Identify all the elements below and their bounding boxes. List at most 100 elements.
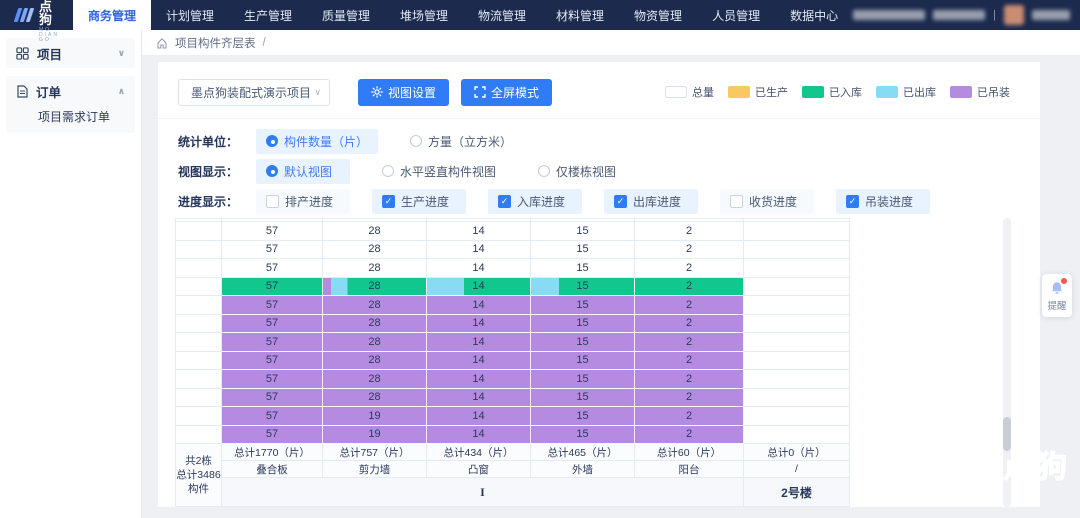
total-cell: 总计757（片） — [323, 444, 427, 461]
total-cell: 总计0（片） — [744, 444, 850, 461]
value-cell: 14 — [427, 315, 531, 334]
table-row: 572814152 — [175, 315, 1013, 334]
radio-option[interactable]: 默认视图 — [256, 159, 350, 184]
value-cell: 15 — [531, 370, 635, 389]
project-select[interactable]: 墨点狗装配式演示项目 ∨ — [178, 79, 330, 106]
value-cell: 2 — [635, 352, 744, 371]
unit-options: 构件数量（片） 方量（立方米） — [256, 129, 544, 154]
legend-label: 已吊装 — [977, 84, 1010, 100]
row-header-cell — [175, 296, 222, 315]
summary-row: 叠合板剪力墙凸窗外墙阳台/ — [222, 461, 850, 478]
value-cell — [744, 352, 850, 371]
nav-menu-item[interactable]: 商务管理 — [73, 0, 151, 30]
checkbox-option[interactable]: ✓ 入库进度 — [488, 189, 582, 214]
nav-menu-item[interactable]: 物资管理 — [619, 0, 697, 30]
radio-option[interactable]: 仅楼栋视图 — [528, 159, 626, 184]
option-label: 水平竖直构件视图 — [400, 163, 496, 180]
value-cell: 14 — [427, 259, 531, 278]
checkbox-checked-icon[interactable]: ✓ — [614, 195, 627, 208]
filter-label: 进度显示： — [178, 193, 256, 210]
table-row: 572814152 — [175, 333, 1013, 352]
nav-menu-item[interactable]: 计划管理 — [151, 0, 229, 30]
table-row: 571914152 — [175, 426, 1013, 445]
value-cell: 2 — [635, 426, 744, 445]
sidebar-item-project[interactable]: 项目 ∨ — [6, 38, 135, 68]
checkbox-option[interactable]: 排产进度 — [256, 189, 350, 214]
checkbox-option[interactable]: 收货进度 — [720, 189, 814, 214]
value-cell: 57 — [222, 278, 323, 297]
app-logo: 墨点狗 MO DIAN GO — [0, 0, 73, 30]
radio-option[interactable]: 水平竖直构件视图 — [372, 159, 506, 184]
component-type-cell: 外墙 — [531, 461, 635, 478]
nav-menu-item[interactable]: 数据中心 — [775, 0, 853, 30]
legend-swatch — [802, 86, 824, 98]
view-settings-button[interactable]: 视图设置 — [358, 79, 449, 106]
component-type-cell: 叠合板 — [222, 461, 323, 478]
breadcrumb-page[interactable]: 项目构件齐层表 — [175, 35, 256, 51]
table-row: 572814152 — [175, 370, 1013, 389]
checkbox-option[interactable]: ✓出库进度 — [604, 189, 698, 214]
radio-icon[interactable] — [410, 135, 422, 147]
value-cell: 28 — [323, 389, 427, 408]
building-name-cell: I — [222, 478, 744, 507]
reminder-widget[interactable]: 提醒 — [1042, 274, 1072, 317]
checkbox-checked-icon[interactable]: ✓ — [846, 195, 859, 208]
table-row: 572814152 — [175, 389, 1013, 408]
checkbox-option[interactable]: ✓吊装进度 — [836, 189, 930, 214]
radio-selected-icon[interactable] — [266, 165, 278, 177]
value-cell: 2 — [635, 370, 744, 389]
blurred-company-name-2 — [933, 10, 985, 20]
value-cell: 14 — [427, 222, 531, 241]
value-cell: 57 — [222, 315, 323, 334]
value-cell: 15 — [531, 407, 635, 426]
nav-menu-item[interactable]: 质量管理 — [307, 0, 385, 30]
nav-menu-item[interactable]: 人员管理 — [697, 0, 775, 30]
legend-item: 总量 — [665, 84, 714, 100]
row-header-cell — [175, 352, 222, 371]
radio-selected-icon[interactable] — [266, 135, 278, 147]
nav-menu-item[interactable]: 物流管理 — [463, 0, 541, 30]
value-cell: 57 — [222, 407, 323, 426]
sidebar-subitem-project-demand-order[interactable]: 项目需求订单 — [6, 106, 135, 133]
value-cell: 2 — [635, 259, 744, 278]
value-cell: 15 — [531, 278, 635, 297]
table-row: 572814152 — [175, 259, 1013, 278]
nav-menu-item[interactable]: 材料管理 — [541, 0, 619, 30]
avatar[interactable] — [1004, 5, 1024, 25]
value-cell: 14 — [427, 407, 531, 426]
checkbox-icon[interactable] — [730, 195, 743, 208]
option-label: 生产进度 — [401, 193, 449, 210]
radio-option[interactable]: 构件数量（片） — [256, 129, 378, 154]
radio-icon[interactable] — [382, 165, 394, 177]
chevron-up-icon: ∧ — [118, 86, 125, 97]
option-label: 入库进度 — [517, 193, 565, 210]
radio-option[interactable]: 方量（立方米） — [400, 129, 522, 154]
checkbox-checked-icon[interactable]: ✓ — [498, 195, 511, 208]
nav-menu-item[interactable]: 堆场管理 — [385, 0, 463, 30]
content-card: 墨点狗装配式演示项目 ∨ 视图设置 全屏模式 总量已生产已入库已出库已吊装 统计… — [158, 62, 1040, 507]
value-cell: 28 — [323, 278, 427, 297]
value-cell: 14 — [427, 370, 531, 389]
view-settings-label: 视图设置 — [388, 84, 436, 101]
value-cell: 15 — [531, 315, 635, 334]
nav-menu-item[interactable]: 生产管理 — [229, 0, 307, 30]
option-label: 方量（立方米） — [428, 133, 512, 150]
legend-label: 已出库 — [903, 84, 936, 100]
progress-options: 排产进度 ✓ 生产进度 ✓ 入库进度 ✓出库进度收货进度 ✓吊装进度 — [256, 189, 952, 214]
checkbox-checked-icon[interactable]: ✓ — [382, 195, 395, 208]
value-cell: 57 — [222, 259, 323, 278]
fullscreen-button[interactable]: 全屏模式 — [461, 79, 552, 106]
sidebar-item-order[interactable]: 订单 ∧ — [6, 76, 135, 106]
value-cell: 15 — [531, 333, 635, 352]
checkbox-option[interactable]: ✓ 生产进度 — [372, 189, 466, 214]
value-cell: 2 — [635, 389, 744, 408]
row-header-cell — [175, 278, 222, 297]
radio-icon[interactable] — [538, 165, 550, 177]
checkbox-icon[interactable] — [266, 195, 279, 208]
value-cell: 19 — [323, 407, 427, 426]
value-cell: 14 — [427, 333, 531, 352]
home-icon[interactable] — [156, 37, 168, 49]
value-cell — [744, 407, 850, 426]
building-name-cell: 2号楼 — [744, 478, 850, 507]
scrollbar-thumb[interactable] — [1003, 417, 1011, 451]
